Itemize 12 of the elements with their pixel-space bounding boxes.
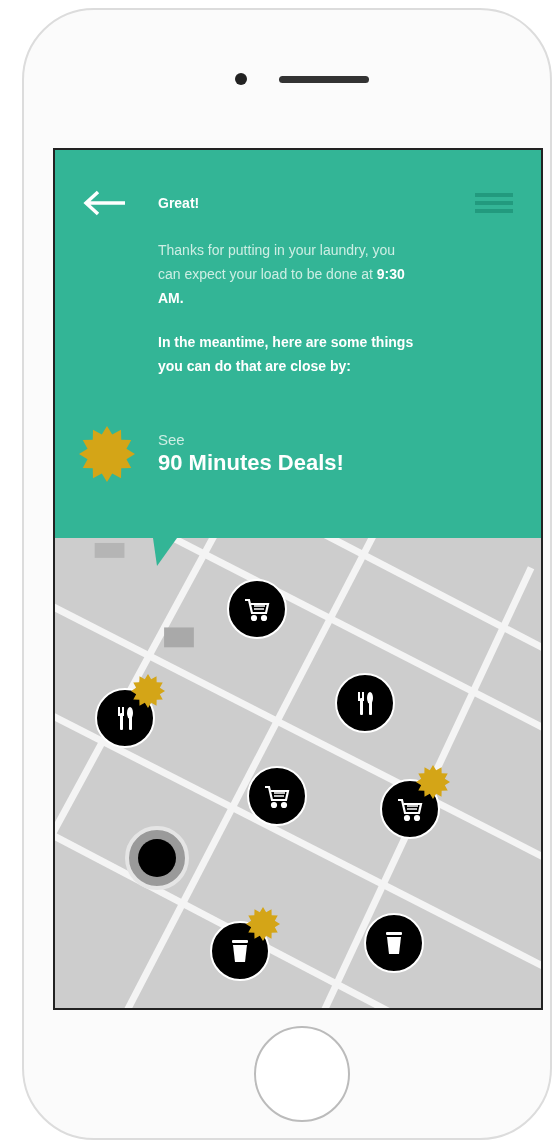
- deal-star-icon: [416, 765, 450, 799]
- header-title: Great!: [158, 193, 200, 213]
- deal-star-icon: [131, 674, 165, 708]
- back-arrow-icon[interactable]: [83, 190, 127, 216]
- deal-star-icon: [246, 907, 280, 941]
- nearby-prompt: In the meantime, here are some things you can do that are close by:: [158, 333, 415, 376]
- deal-title[interactable]: 90 Minutes Deals!: [158, 449, 344, 477]
- deal-kicker: See: [158, 431, 186, 449]
- deal-badge-icon: [79, 426, 135, 482]
- speaker-icon: [279, 75, 369, 83]
- camera-icon: [235, 73, 247, 85]
- confirmation-message: Thanks for putting in your laundry, you can expect your load to be done at 9:30 AM.: [158, 241, 406, 308]
